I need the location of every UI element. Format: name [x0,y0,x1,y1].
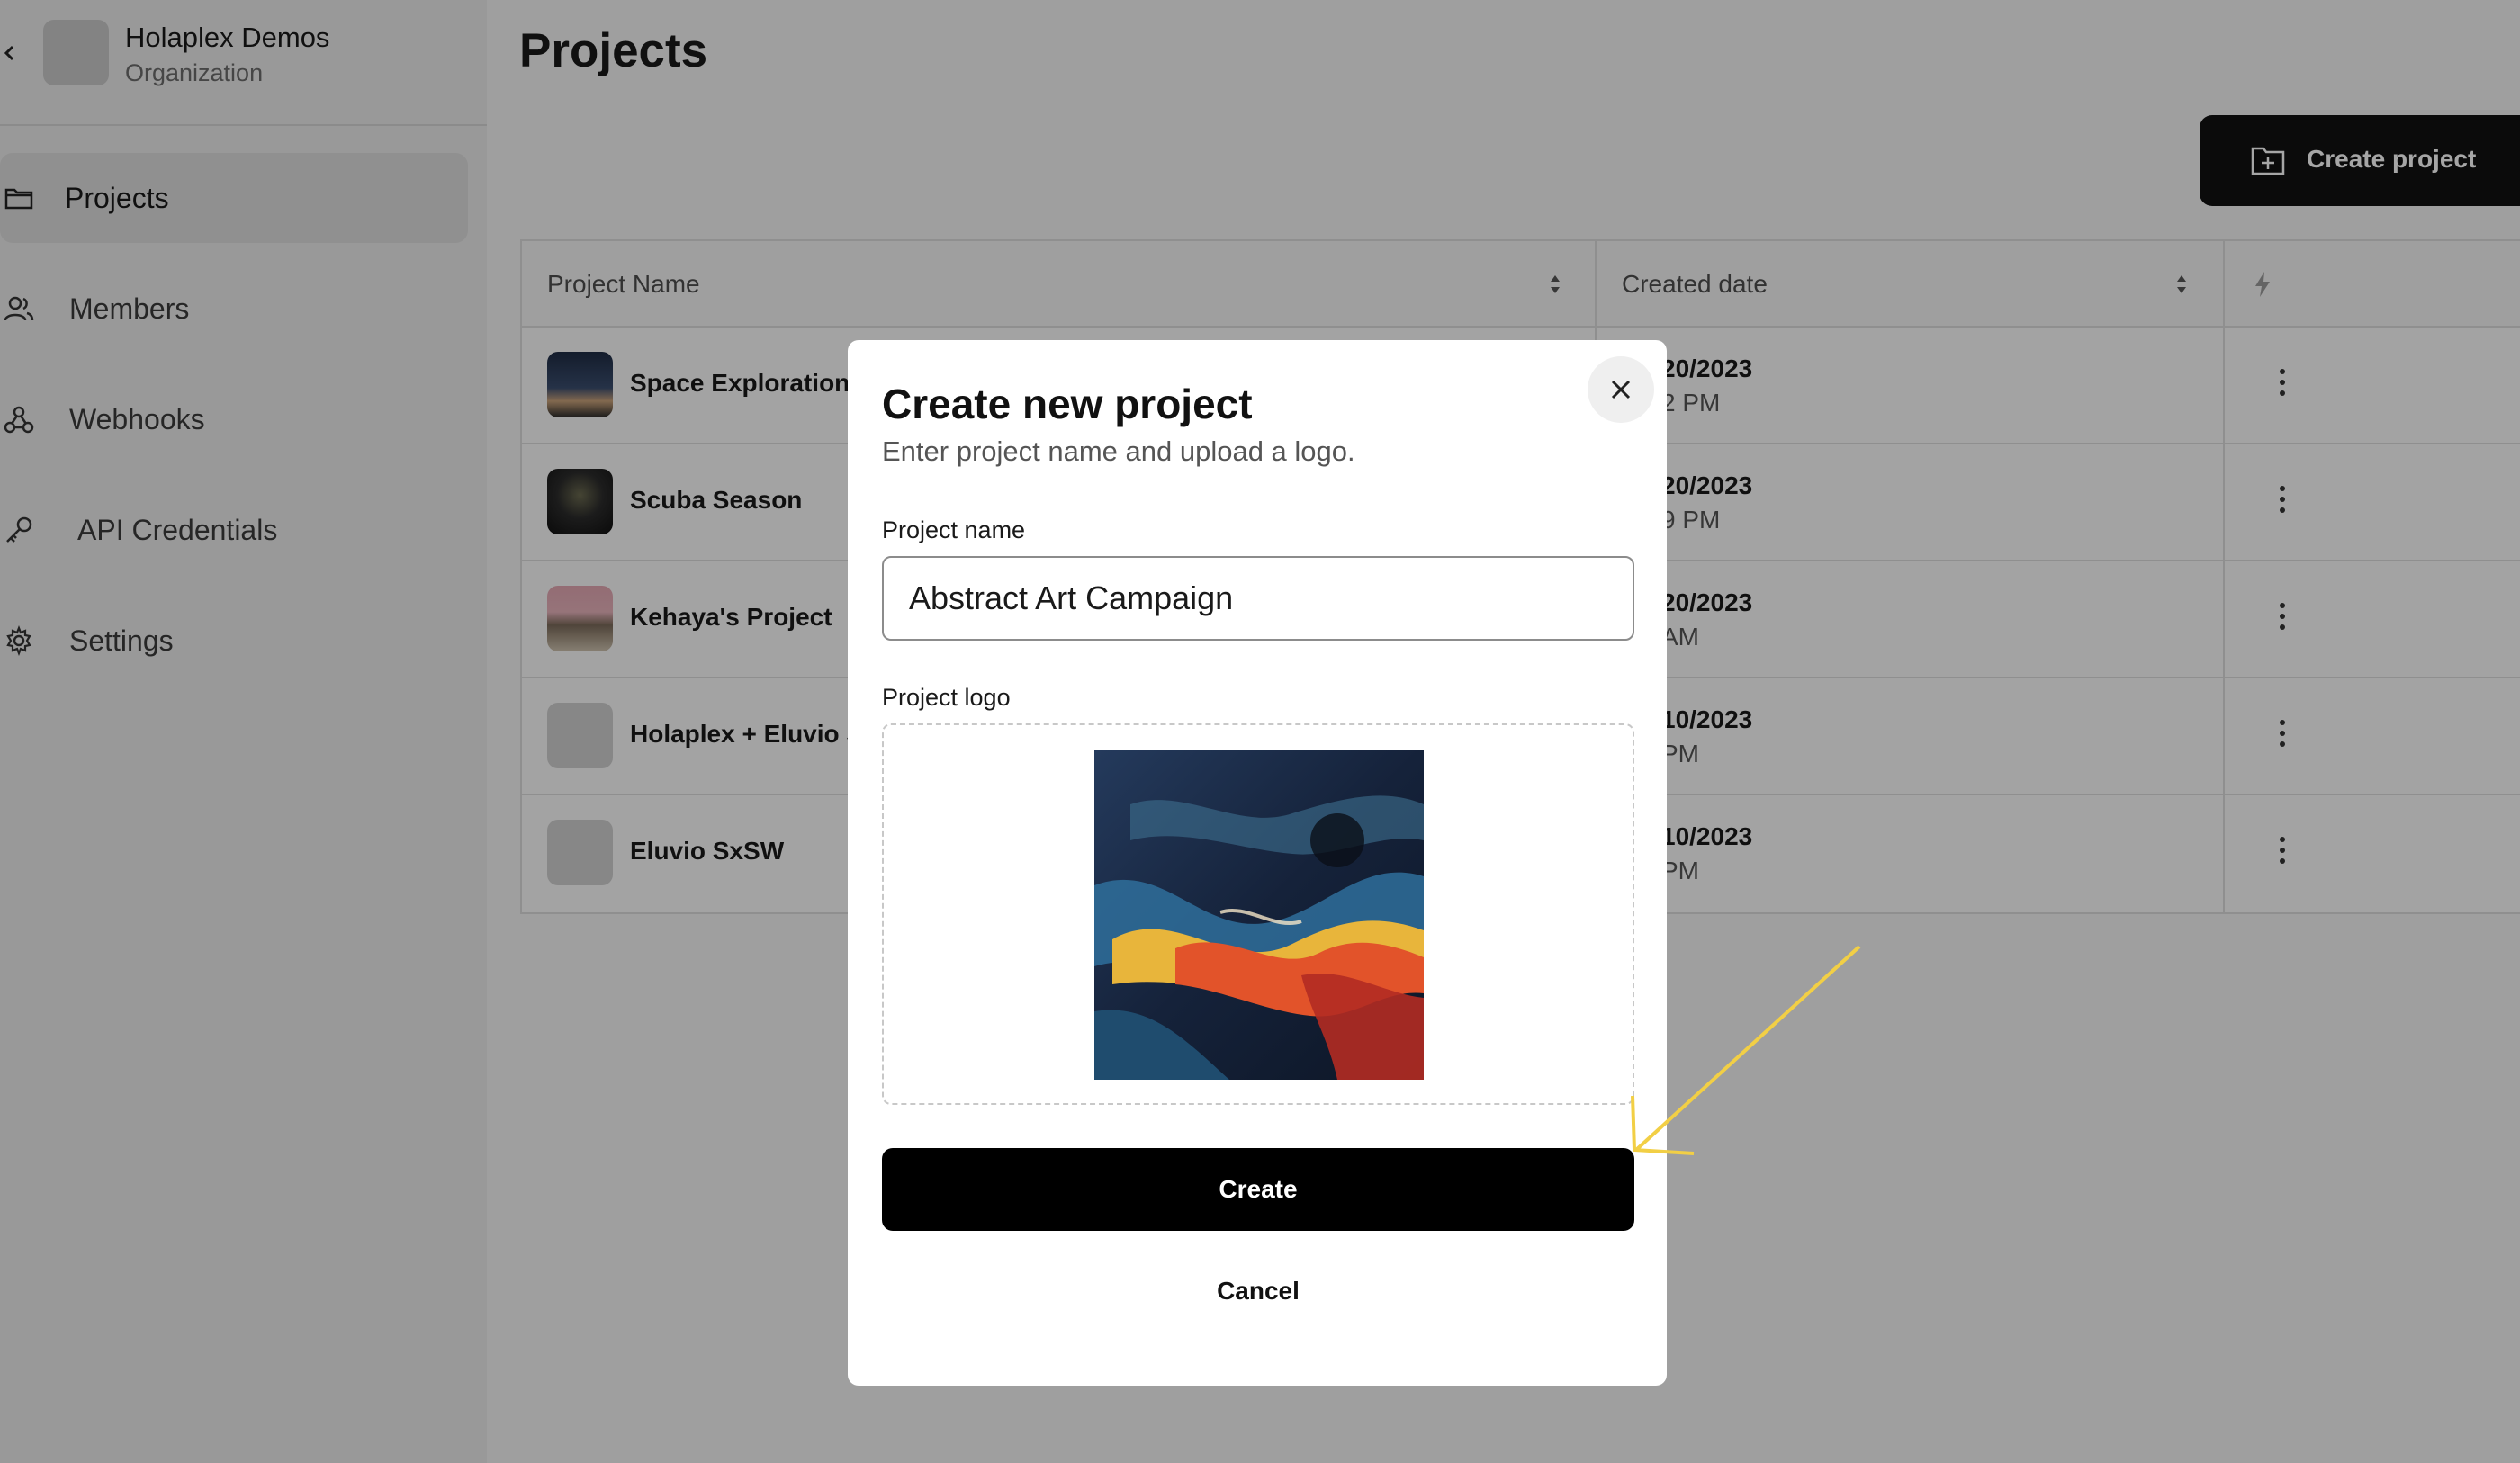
logo-dropzone[interactable] [882,723,1634,1105]
dialog-title: Create new project [882,381,1253,427]
dialog-subtitle: Enter project name and upload a logo. [882,435,1355,467]
close-button[interactable] [1588,356,1654,423]
create-project-dialog: Create new project Enter project name an… [848,340,1667,1386]
project-logo-label: Project logo [882,684,1011,711]
project-name-input[interactable] [882,556,1634,641]
close-icon [1611,380,1631,399]
cancel-button[interactable]: Cancel [882,1251,1634,1332]
logo-preview-image [1094,750,1424,1080]
create-button[interactable]: Create [882,1148,1634,1231]
annotation-arrow-icon [1631,945,1861,1155]
project-name-label: Project name [882,516,1026,543]
